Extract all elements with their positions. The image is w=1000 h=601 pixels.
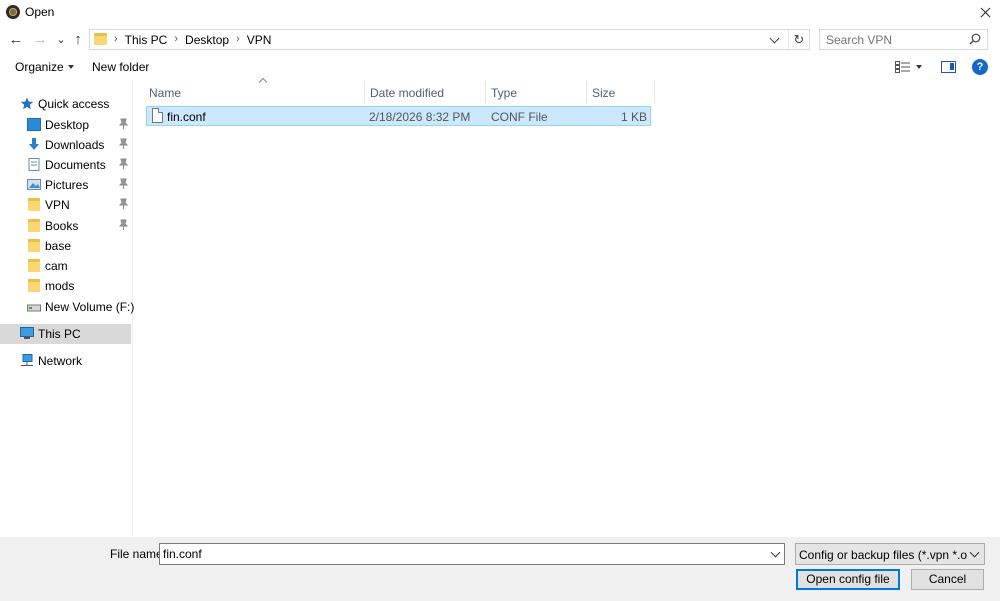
file-type: CONF File (491, 110, 548, 124)
column-header-date-modified[interactable]: Date modified (364, 81, 486, 103)
pin-icon (119, 118, 128, 129)
up-button[interactable]: ↑ (69, 30, 87, 50)
sidebar-item-pictures[interactable]: Pictures (0, 175, 131, 195)
sidebar-item-label: base (45, 239, 72, 253)
file-type-filter-label: Config or backup files (*.vpn *.ovpn *. (799, 548, 967, 562)
address-dropdown-button[interactable] (767, 31, 783, 48)
file-type-filter[interactable]: Config or backup files (*.vpn *.ovpn *. (795, 543, 985, 565)
open-config-file-button[interactable]: Open config file (796, 569, 900, 590)
help-icon[interactable]: ? (972, 59, 988, 75)
view-options-icon[interactable] (895, 61, 911, 73)
cancel-button[interactable]: Cancel (911, 569, 984, 590)
sidebar-item-quick-access[interactable]: Quick access (0, 94, 131, 114)
table-row[interactable]: fin.conf 2/18/2026 8:32 PM CONF File 1 K… (146, 106, 651, 126)
address-bar[interactable]: › This PC › Desktop › VPN ↻ (89, 29, 810, 50)
sidebar-item-label: Downloads (45, 138, 105, 152)
sidebar-item-network[interactable]: Network (0, 351, 131, 371)
sidebar-item-mods[interactable]: mods (0, 276, 131, 296)
sidebar-item-base[interactable]: base (0, 236, 131, 256)
open-dialog: Open ← → ⌄ ↑ › This PC › Desktop › VPN ↻ (0, 0, 1000, 601)
window-title: Open (25, 5, 55, 19)
navigation-bar: ← → ⌄ ↑ › This PC › Desktop › VPN ↻ (0, 27, 1000, 53)
pictures-icon (27, 179, 41, 190)
breadcrumb-desktop[interactable]: Desktop (180, 33, 234, 47)
sidebar-item-books[interactable]: Books (0, 216, 131, 236)
sidebar-item-cam[interactable]: cam (0, 256, 131, 276)
documents-icon (28, 158, 40, 171)
column-header-type[interactable]: Type (485, 81, 587, 103)
sidebar-item-label: VPN (45, 198, 70, 212)
close-button[interactable] (970, 0, 1000, 25)
sidebar-item-documents[interactable]: Documents (0, 155, 131, 175)
chevron-right-icon[interactable]: › (112, 33, 120, 47)
file-name-combo[interactable] (159, 543, 785, 565)
sidebar-item-label: New Volume (F:) (45, 300, 135, 314)
file-name-input[interactable] (160, 544, 760, 564)
file-list: Name Date modified Type Size fin.conf 2/… (134, 77, 1000, 536)
folder-icon (28, 279, 40, 292)
sidebar-item-label: This PC (38, 327, 81, 341)
breadcrumb: › This PC › Desktop › VPN (112, 33, 276, 47)
view-dropdown-icon[interactable] (916, 65, 922, 69)
forward-button[interactable]: → (31, 30, 49, 50)
sidebar-item-label: Quick access (38, 97, 110, 111)
file-size: 1 KB (620, 110, 647, 124)
network-icon (21, 354, 33, 366)
folder-icon (28, 198, 40, 211)
column-header-name[interactable]: Name (143, 77, 365, 103)
sidebar-item-label: Books (45, 219, 79, 233)
chevron-right-icon[interactable]: › (172, 33, 180, 47)
folder-icon (28, 259, 40, 272)
sidebar-item-new-volume[interactable]: New Volume (F:) (0, 297, 135, 317)
sidebar-item-desktop[interactable]: Desktop (0, 115, 131, 135)
refresh-button[interactable]: ↻ (788, 30, 809, 49)
file-name-label: File name: (110, 547, 167, 561)
star-icon (20, 97, 34, 110)
breadcrumb-this-pc[interactable]: This PC (120, 33, 173, 47)
organize-button[interactable]: Organize (15, 60, 74, 74)
sidebar-item-label: Network (38, 354, 83, 368)
folder-icon (28, 239, 40, 252)
sidebar-item-downloads[interactable]: Downloads (0, 135, 131, 155)
folder-icon (28, 219, 40, 232)
sidebar-item-this-pc[interactable]: This PC (0, 324, 131, 344)
preview-pane-icon[interactable] (941, 61, 956, 73)
file-name: fin.conf (167, 110, 206, 124)
pin-icon (119, 219, 128, 230)
search-input[interactable] (820, 30, 965, 49)
recent-locations-button[interactable]: ⌄ (52, 30, 70, 50)
sidebar-item-label: Pictures (45, 178, 89, 192)
chevron-right-icon[interactable]: › (234, 33, 242, 47)
pin-icon (119, 178, 128, 189)
chevron-down-icon[interactable] (770, 547, 781, 558)
sidebar-item-label: cam (45, 259, 68, 273)
app-icon (6, 5, 20, 19)
sidebar-item-label: Desktop (45, 118, 90, 132)
navigation-pane: Quick access Desktop Downloads Documents (0, 81, 135, 536)
breadcrumb-vpn[interactable]: VPN (242, 33, 277, 47)
sidebar-item-label: mods (45, 279, 75, 293)
sidebar-item-vpn[interactable]: VPN (0, 195, 131, 215)
back-button[interactable]: ← (7, 30, 25, 50)
file-date: 2/18/2026 8:32 PM (369, 110, 471, 124)
column-header-size[interactable]: Size (586, 81, 655, 103)
search-box[interactable] (819, 29, 988, 50)
computer-icon (20, 327, 34, 339)
pin-icon (119, 138, 128, 149)
pin-icon (119, 198, 128, 209)
desktop-icon (27, 118, 41, 131)
dialog-footer: File name: Config or backup files (*.vpn… (0, 537, 1000, 601)
chevron-down-icon[interactable] (969, 547, 980, 558)
downloads-icon (29, 138, 39, 150)
pin-icon (119, 158, 128, 169)
search-icon[interactable] (969, 33, 981, 45)
drive-icon (27, 304, 41, 312)
title-bar: Open (0, 0, 1000, 25)
file-icon (152, 108, 163, 123)
command-bar: Organize New folder ? (0, 56, 1000, 80)
folder-icon (94, 33, 107, 45)
new-folder-button[interactable]: New folder (92, 60, 149, 74)
sidebar-item-label: Documents (45, 158, 106, 172)
